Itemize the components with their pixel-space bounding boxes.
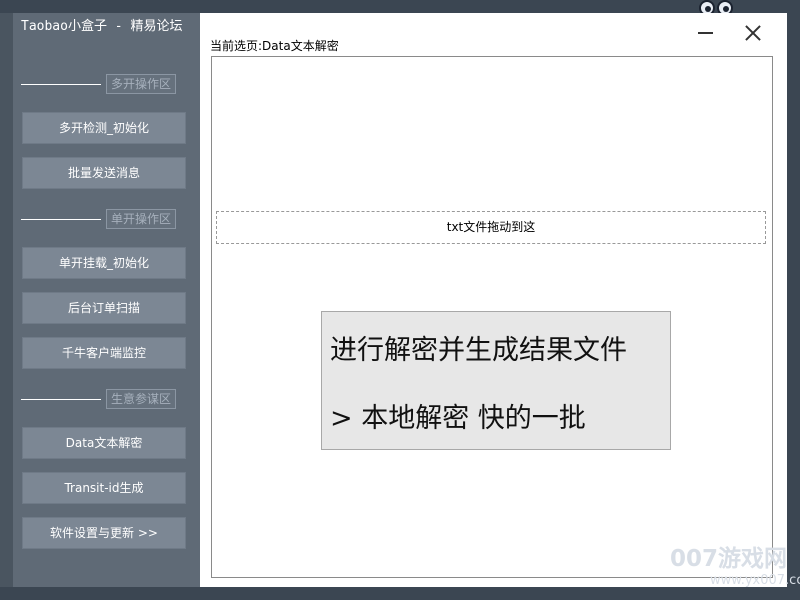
transit-id-button[interactable]: Transit-id生成	[22, 472, 186, 504]
section-divider	[21, 399, 101, 400]
desktop-background-top	[0, 0, 800, 13]
section-divider	[21, 84, 101, 85]
section-label-single: 单开操作区	[106, 209, 176, 229]
data-decrypt-button[interactable]: Data文本解密	[22, 427, 186, 459]
batch-send-message-button[interactable]: 批量发送消息	[22, 157, 186, 189]
settings-update-button[interactable]: 软件设置与更新 >>	[22, 517, 186, 549]
watermark-url: www.yx007.com	[710, 573, 800, 588]
section-label-multi: 多开操作区	[106, 74, 176, 94]
close-icon[interactable]	[741, 21, 765, 45]
app-title: Taobao小盒子 - 精易论坛	[21, 19, 183, 34]
window-controls	[693, 21, 773, 45]
watermark-title: 007游戏网	[670, 546, 788, 572]
site-watermark: 007游戏网 www.yx007.com	[670, 546, 800, 590]
app-window: Taobao小盒子 - 精易论坛 多开操作区 多开检测_初始化 批量发送消息 单…	[13, 13, 787, 587]
single-mount-init-button[interactable]: 单开挂载_初始化	[22, 247, 186, 279]
desktop-background-right	[787, 0, 800, 600]
section-divider	[21, 219, 101, 220]
decrypt-action-panel: 进行解密并生成结果文件 > 本地解密 快的一批	[321, 311, 671, 450]
file-drop-zone[interactable]: txt文件拖动到这	[216, 211, 766, 244]
current-page-label: 当前选页:Data文本解密	[210, 39, 339, 53]
qianniu-monitor-button[interactable]: 千牛客户端监控	[22, 337, 186, 369]
minimize-icon[interactable]	[693, 21, 717, 45]
local-decrypt-button[interactable]: > 本地解密 快的一批	[330, 396, 586, 435]
multi-detect-init-button[interactable]: 多开检测_初始化	[22, 112, 186, 144]
sidebar: Taobao小盒子 - 精易论坛 多开操作区 多开检测_初始化 批量发送消息 单…	[13, 13, 200, 587]
content-panel: txt文件拖动到这 进行解密并生成结果文件 > 本地解密 快的一批	[211, 56, 773, 578]
section-label-business: 生意参谋区	[106, 389, 176, 409]
order-scan-button[interactable]: 后台订单扫描	[22, 292, 186, 324]
decrypt-generate-button[interactable]: 进行解密并生成结果文件	[330, 328, 627, 367]
